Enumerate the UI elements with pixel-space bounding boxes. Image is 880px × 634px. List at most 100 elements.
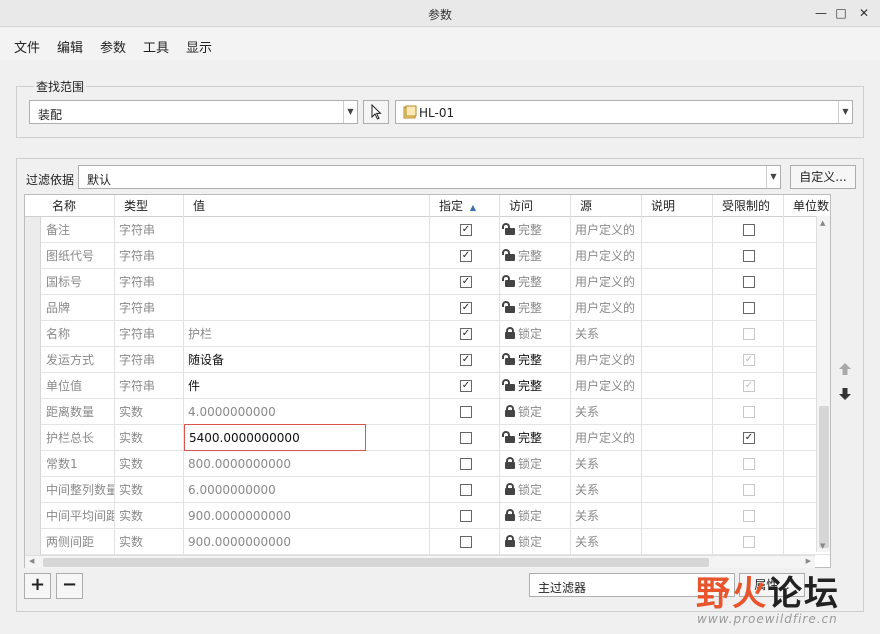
table-row[interactable]: 图纸代号 字符串 ✓ 完整 用户定义的 <box>41 243 830 269</box>
designated-checkbox[interactable]: ✓ <box>460 250 472 262</box>
cell-name[interactable]: 国标号 <box>42 269 115 295</box>
column-header-name[interactable]: 名称 <box>42 195 115 217</box>
cell-value[interactable]: 护栏 <box>184 321 430 347</box>
vertical-scrollbar[interactable]: ▲ ▼ <box>816 216 830 552</box>
restricted-checkbox[interactable] <box>743 250 755 262</box>
cell-type[interactable]: 字符串 <box>115 217 184 243</box>
cell-name[interactable]: 中间整列数量 <box>42 477 115 503</box>
cell-description[interactable] <box>642 425 713 451</box>
cell-type[interactable]: 字符串 <box>115 347 184 373</box>
cell-type[interactable]: 实数 <box>115 529 184 555</box>
horizontal-scroll-thumb[interactable] <box>43 558 709 567</box>
restricted-checkbox[interactable] <box>743 302 755 314</box>
restricted-checkbox[interactable] <box>743 224 755 236</box>
table-row[interactable]: 中间整列数量 实数 6.0000000000 锁定 关系 <box>41 477 830 503</box>
cell-source[interactable]: 关系 <box>571 321 642 347</box>
cell-name[interactable]: 备注 <box>42 217 115 243</box>
cell-source[interactable]: 用户定义的 <box>571 347 642 373</box>
cell-source[interactable]: 关系 <box>571 399 642 425</box>
cell-source[interactable]: 用户定义的 <box>571 425 642 451</box>
cell-value[interactable] <box>184 269 430 295</box>
cell-name[interactable]: 两侧间距 <box>42 529 115 555</box>
cell-value[interactable] <box>184 217 430 243</box>
cell-access[interactable]: 锁定 <box>500 399 571 425</box>
cell-type[interactable]: 实数 <box>115 399 184 425</box>
column-header-designated[interactable]: 指定 ▲ <box>430 195 500 217</box>
cell-description[interactable] <box>642 243 713 269</box>
column-header-restricted[interactable]: 受限制的 <box>713 195 784 217</box>
cell-access[interactable]: 完整 <box>500 269 571 295</box>
cell-description[interactable] <box>642 451 713 477</box>
cell-access[interactable]: 完整 <box>500 217 571 243</box>
cell-value[interactable]: 900.0000000000 <box>184 503 430 529</box>
menu-file[interactable]: 文件 <box>14 37 40 56</box>
cell-type[interactable]: 字符串 <box>115 295 184 321</box>
column-header-source[interactable]: 源 <box>571 195 642 217</box>
cell-value[interactable]: 800.0000000000 <box>184 451 430 477</box>
designated-checkbox[interactable]: ✓ <box>460 328 472 340</box>
cell-type[interactable]: 字符串 <box>115 373 184 399</box>
table-row[interactable]: 常数1 实数 800.0000000000 锁定 关系 <box>41 451 830 477</box>
cell-name[interactable]: 发运方式 <box>42 347 115 373</box>
cell-source[interactable]: 关系 <box>571 529 642 555</box>
cell-type[interactable]: 字符串 <box>115 243 184 269</box>
cell-description[interactable] <box>642 321 713 347</box>
cell-name[interactable]: 图纸代号 <box>42 243 115 269</box>
cell-value[interactable]: 6.0000000000 <box>184 477 430 503</box>
designated-checkbox[interactable] <box>460 510 472 522</box>
cell-name[interactable]: 品牌 <box>42 295 115 321</box>
designated-checkbox[interactable]: ✓ <box>460 354 472 366</box>
designated-checkbox[interactable]: ✓ <box>460 302 472 314</box>
cell-access[interactable]: 锁定 <box>500 529 571 555</box>
cell-source[interactable]: 关系 <box>571 503 642 529</box>
model-select[interactable]: HL-01 ▼ <box>395 100 853 124</box>
cell-access[interactable]: 完整 <box>500 295 571 321</box>
cell-name[interactable]: 常数1 <box>42 451 115 477</box>
cell-source[interactable]: 用户定义的 <box>571 373 642 399</box>
cell-access[interactable]: 完整 <box>500 347 571 373</box>
add-parameter-button[interactable]: + <box>24 573 51 599</box>
minimize-button[interactable]: — <box>812 4 830 22</box>
column-header-access[interactable]: 访问 <box>500 195 571 217</box>
designated-checkbox[interactable]: ✓ <box>460 380 472 392</box>
column-header-description[interactable]: 说明 <box>642 195 713 217</box>
cell-description[interactable] <box>642 399 713 425</box>
scroll-right-icon[interactable]: ▶ <box>806 557 811 565</box>
cell-description[interactable] <box>642 347 713 373</box>
cell-name[interactable]: 中间平均间距 <box>42 503 115 529</box>
column-header-value[interactable]: 值 <box>184 195 430 217</box>
cell-access[interactable]: 锁定 <box>500 503 571 529</box>
close-button[interactable]: ✕ <box>855 4 873 22</box>
select-model-button[interactable] <box>363 100 389 124</box>
cell-source[interactable]: 用户定义的 <box>571 217 642 243</box>
cell-value[interactable] <box>184 243 430 269</box>
cell-value[interactable]: 件 <box>184 373 430 399</box>
column-header-type[interactable]: 类型 <box>115 195 184 217</box>
designated-checkbox[interactable] <box>460 484 472 496</box>
cell-source[interactable]: 用户定义的 <box>571 295 642 321</box>
cell-access[interactable]: 完整 <box>500 373 571 399</box>
table-row[interactable]: 单位值 字符串件 ✓ 完整 用户定义的 ✓ <box>41 373 830 399</box>
column-header-unit[interactable]: 单位数 <box>784 195 830 217</box>
table-row[interactable]: 两侧间距 实数 900.0000000000 锁定 关系 <box>41 529 830 555</box>
designated-checkbox[interactable] <box>460 406 472 418</box>
cell-value[interactable]: 900.0000000000 <box>184 529 430 555</box>
cell-description[interactable] <box>642 295 713 321</box>
cell-source[interactable]: 关系 <box>571 451 642 477</box>
cell-type[interactable]: 字符串 <box>115 321 184 347</box>
cell-description[interactable] <box>642 477 713 503</box>
designated-checkbox[interactable] <box>460 458 472 470</box>
cell-name[interactable]: 距离数量 <box>42 399 115 425</box>
arrow-down-icon[interactable] <box>838 387 852 401</box>
cell-access[interactable]: 锁定 <box>500 321 571 347</box>
cell-access[interactable]: 完整 <box>500 243 571 269</box>
menu-tools[interactable]: 工具 <box>143 37 169 56</box>
table-row[interactable]: 国标号 字符串 ✓ 完整 用户定义的 <box>41 269 830 295</box>
restricted-checkbox[interactable] <box>743 276 755 288</box>
designated-checkbox[interactable] <box>460 432 472 444</box>
cell-access[interactable]: 完整 <box>500 425 571 451</box>
cell-description[interactable] <box>642 217 713 243</box>
filter-select[interactable]: 默认 ▼ <box>78 165 781 189</box>
cell-source[interactable]: 用户定义的 <box>571 243 642 269</box>
cell-type[interactable]: 实数 <box>115 477 184 503</box>
